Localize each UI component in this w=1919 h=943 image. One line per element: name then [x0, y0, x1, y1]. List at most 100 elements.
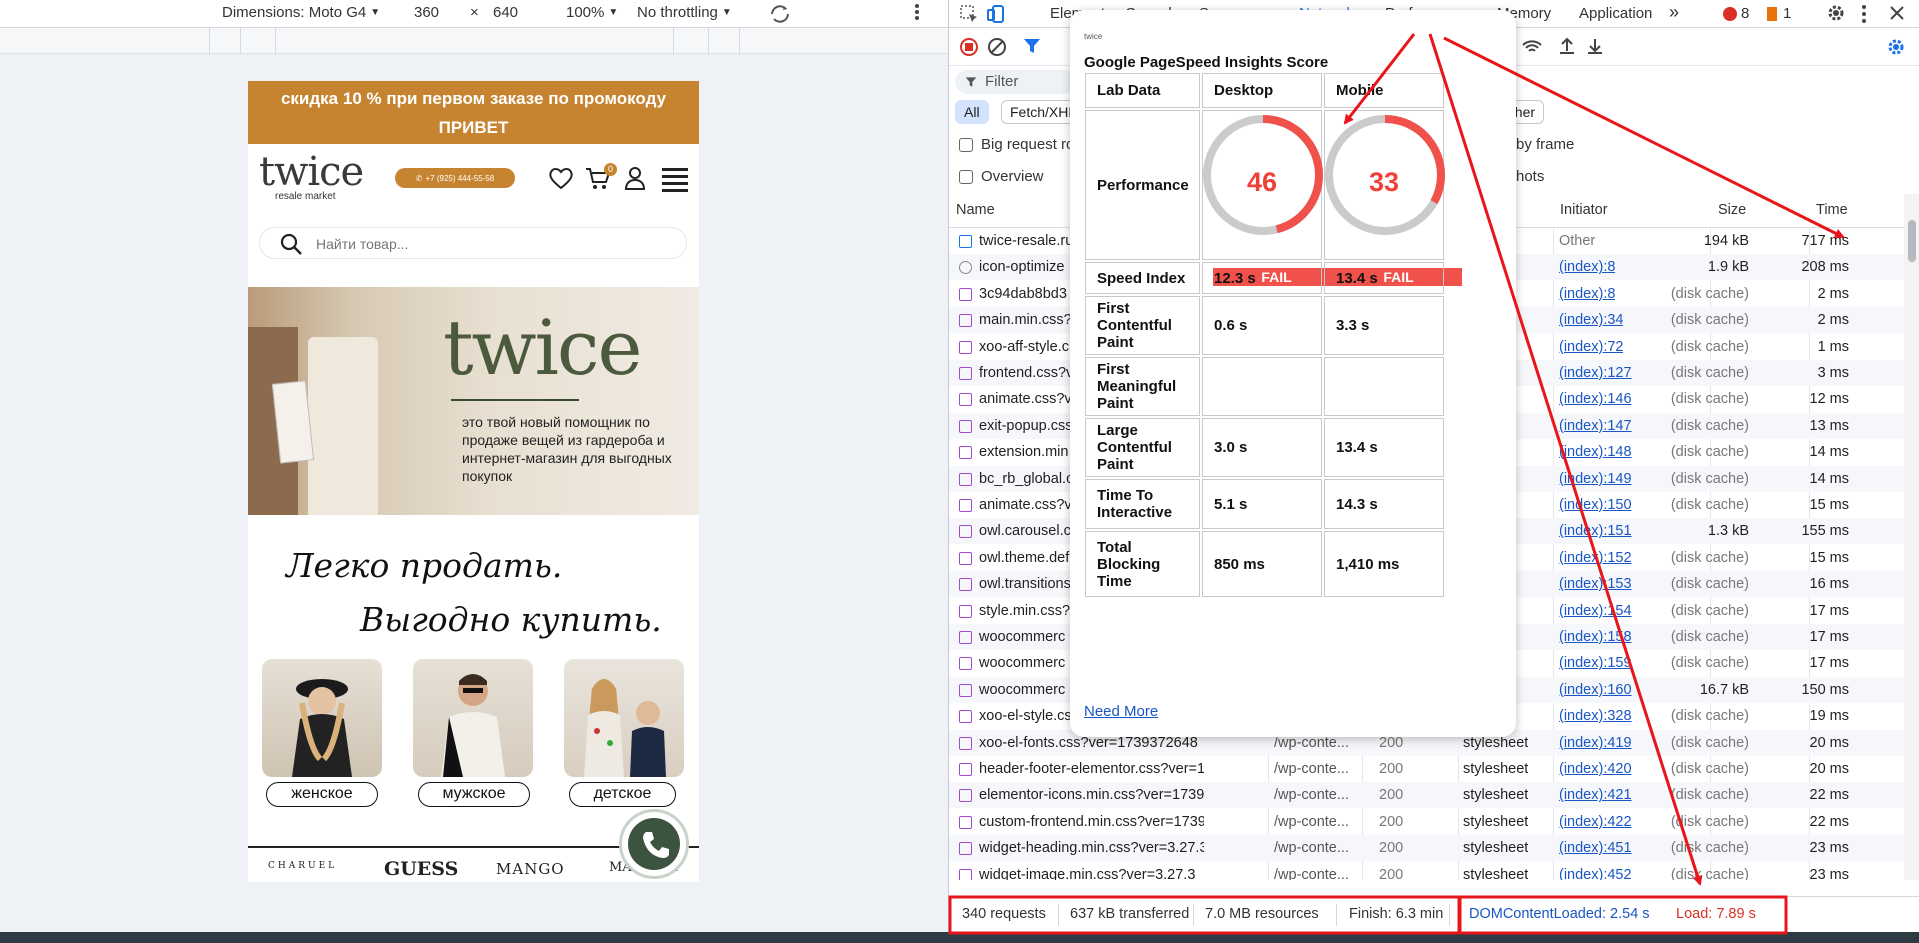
overview-checkbox[interactable]: Overview — [959, 168, 1044, 185]
table-row[interactable]: widget-image.min.css?ver=3.27.3/wp-conte… — [949, 862, 1904, 880]
column-header-time[interactable]: Time — [1816, 202, 1848, 218]
checkbox-icon — [959, 169, 973, 184]
tab-application[interactable]: Application — [1579, 5, 1652, 22]
request-initiator[interactable]: (index):154 — [1559, 598, 1632, 624]
user-icon[interactable] — [621, 164, 649, 192]
hamburger-menu-icon[interactable] — [661, 164, 689, 192]
network-settings-gear-icon[interactable] — [1886, 37, 1906, 57]
request-initiator[interactable]: (index):421 — [1559, 782, 1632, 808]
request-initiator[interactable]: (index):150 — [1559, 492, 1632, 518]
search-input[interactable] — [316, 234, 616, 254]
column-header-size[interactable]: Size — [1718, 202, 1746, 218]
request-status: 200 — [1379, 761, 1404, 777]
request-initiator[interactable]: (index):148 — [1559, 439, 1632, 465]
request-initiator[interactable]: (index):151 — [1559, 518, 1632, 544]
request-time: 23 ms — [1809, 866, 1850, 880]
column-header-name[interactable]: Name — [956, 202, 995, 218]
request-initiator[interactable]: (index):419 — [1559, 730, 1632, 756]
import-har-icon[interactable] — [1558, 37, 1576, 55]
group-by-frame-label: by frame — [1516, 136, 1575, 153]
request-initiator[interactable]: (index):146 — [1559, 386, 1632, 412]
product-search[interactable] — [259, 227, 687, 259]
request-initiator[interactable]: (index):160 — [1559, 677, 1632, 703]
category-image-women[interactable] — [262, 659, 382, 777]
request-time: 14 ms — [1809, 470, 1850, 487]
request-initiator[interactable]: (index):420 — [1559, 756, 1632, 782]
table-row[interactable]: header-footer-elementor.css?ver=17393...… — [949, 756, 1904, 782]
warning-count[interactable]: 1 — [1783, 5, 1791, 22]
phone-icon — [628, 818, 680, 870]
request-initiator[interactable]: (index):72 — [1559, 334, 1623, 360]
heart-icon[interactable] — [547, 164, 575, 192]
more-tabs-button[interactable]: » — [1669, 2, 1679, 23]
throttling-select[interactable]: No throttling ▼ — [637, 4, 732, 21]
request-initiator[interactable]: (index):159 — [1559, 650, 1632, 676]
clear-icon[interactable] — [987, 37, 1007, 57]
group-by-frame-checkbox[interactable]: by frame — [1516, 136, 1574, 153]
request-initiator[interactable]: (index):8 — [1559, 281, 1615, 307]
category-image-kids[interactable] — [564, 659, 684, 777]
request-initiator[interactable]: (index):147 — [1559, 413, 1632, 439]
brand-logo[interactable]: CHARUEL — [268, 861, 337, 871]
need-more-link[interactable]: Need More — [1084, 703, 1158, 720]
type-filter-all[interactable]: All — [955, 100, 989, 124]
request-initiator[interactable]: (index):328 — [1559, 703, 1632, 729]
export-har-icon[interactable] — [1586, 37, 1604, 55]
category-men-button[interactable]: мужское — [418, 782, 530, 807]
inspect-element-icon[interactable] — [959, 4, 979, 24]
brand-logo[interactable]: GUESS — [384, 858, 458, 880]
device-dimensions-select[interactable]: Dimensions: Moto G4 ▼ — [222, 4, 380, 21]
category-women-button[interactable]: женское — [266, 782, 378, 807]
stylesheet-icon — [959, 736, 972, 750]
request-initiator[interactable]: (index):8 — [1559, 254, 1615, 280]
pagespeed-insights-popup: twice Google PageSpeed Insights Score La… — [1070, 10, 1516, 737]
table-row[interactable]: widget-heading.min.css?ver=3.27.3/wp-con… — [949, 835, 1904, 862]
stylesheet-icon — [959, 710, 972, 724]
error-count[interactable]: 8 — [1741, 5, 1749, 22]
big-request-rows-checkbox[interactable]: Big request ro — [959, 136, 1074, 153]
stylesheet-icon — [959, 499, 972, 512]
request-path: /wp-conte... — [1274, 761, 1349, 777]
request-initiator[interactable]: (index):34 — [1559, 307, 1623, 333]
site-logo[interactable]: twice — [259, 152, 364, 192]
device-width-input[interactable]: 360 — [414, 4, 439, 21]
table-scrollbar[interactable] — [1904, 194, 1919, 880]
device-toolbar-toggle-icon[interactable] — [987, 4, 1009, 24]
psi-metric-mobile-value: 1,410 ms — [1324, 531, 1444, 597]
call-button[interactable] — [619, 809, 689, 879]
request-initiator[interactable]: (index):152 — [1559, 545, 1632, 571]
psi-metric-desktop-value: 12.3 s — [1202, 262, 1322, 294]
settings-gear-icon[interactable] — [1826, 3, 1846, 23]
screenshots-checkbox[interactable]: hots — [1516, 168, 1544, 185]
request-size: (disk cache) — [1670, 787, 1749, 804]
request-initiator[interactable]: (index):422 — [1559, 809, 1632, 835]
stylesheet-icon — [959, 657, 972, 671]
brand-logo[interactable]: MANGO — [496, 860, 565, 878]
phone-button[interactable]: ✆ +7 (925) 444-55-58 — [395, 168, 515, 188]
filter-icon[interactable] — [1023, 37, 1041, 55]
table-row[interactable]: elementor-icons.min.css?ver=1739372648/w… — [949, 782, 1904, 809]
request-initiator[interactable]: Other — [1559, 228, 1595, 254]
request-initiator[interactable]: (index):451 — [1559, 835, 1632, 861]
device-height-input[interactable]: 640 — [493, 4, 518, 21]
category-kids-button[interactable]: детское — [569, 782, 676, 807]
request-size: 1.9 kB — [1707, 259, 1749, 276]
request-initiator[interactable]: (index):158 — [1559, 624, 1632, 650]
request-initiator[interactable]: (index):153 — [1559, 571, 1632, 597]
rotate-icon[interactable] — [768, 2, 792, 26]
request-initiator[interactable]: (index):127 — [1559, 360, 1632, 386]
network-conditions-icon[interactable] — [1521, 37, 1543, 57]
record-stop-icon[interactable] — [959, 37, 979, 57]
more-options-icon[interactable] — [914, 2, 920, 22]
category-image-men[interactable] — [413, 659, 533, 777]
close-icon[interactable] — [1889, 5, 1905, 21]
filter-input[interactable]: Filter — [955, 70, 1075, 94]
request-time: 22 ms — [1809, 813, 1850, 830]
zoom-select[interactable]: 100% ▼ — [566, 4, 618, 21]
scrollbar-thumb[interactable] — [1908, 220, 1916, 262]
column-header-initiator[interactable]: Initiator — [1560, 202, 1608, 218]
request-initiator[interactable]: (index):452 — [1559, 862, 1632, 880]
table-row[interactable]: custom-frontend.min.css?ver=1739380936/w… — [949, 809, 1904, 835]
more-options-icon[interactable] — [1861, 4, 1867, 24]
request-initiator[interactable]: (index):149 — [1559, 466, 1632, 492]
